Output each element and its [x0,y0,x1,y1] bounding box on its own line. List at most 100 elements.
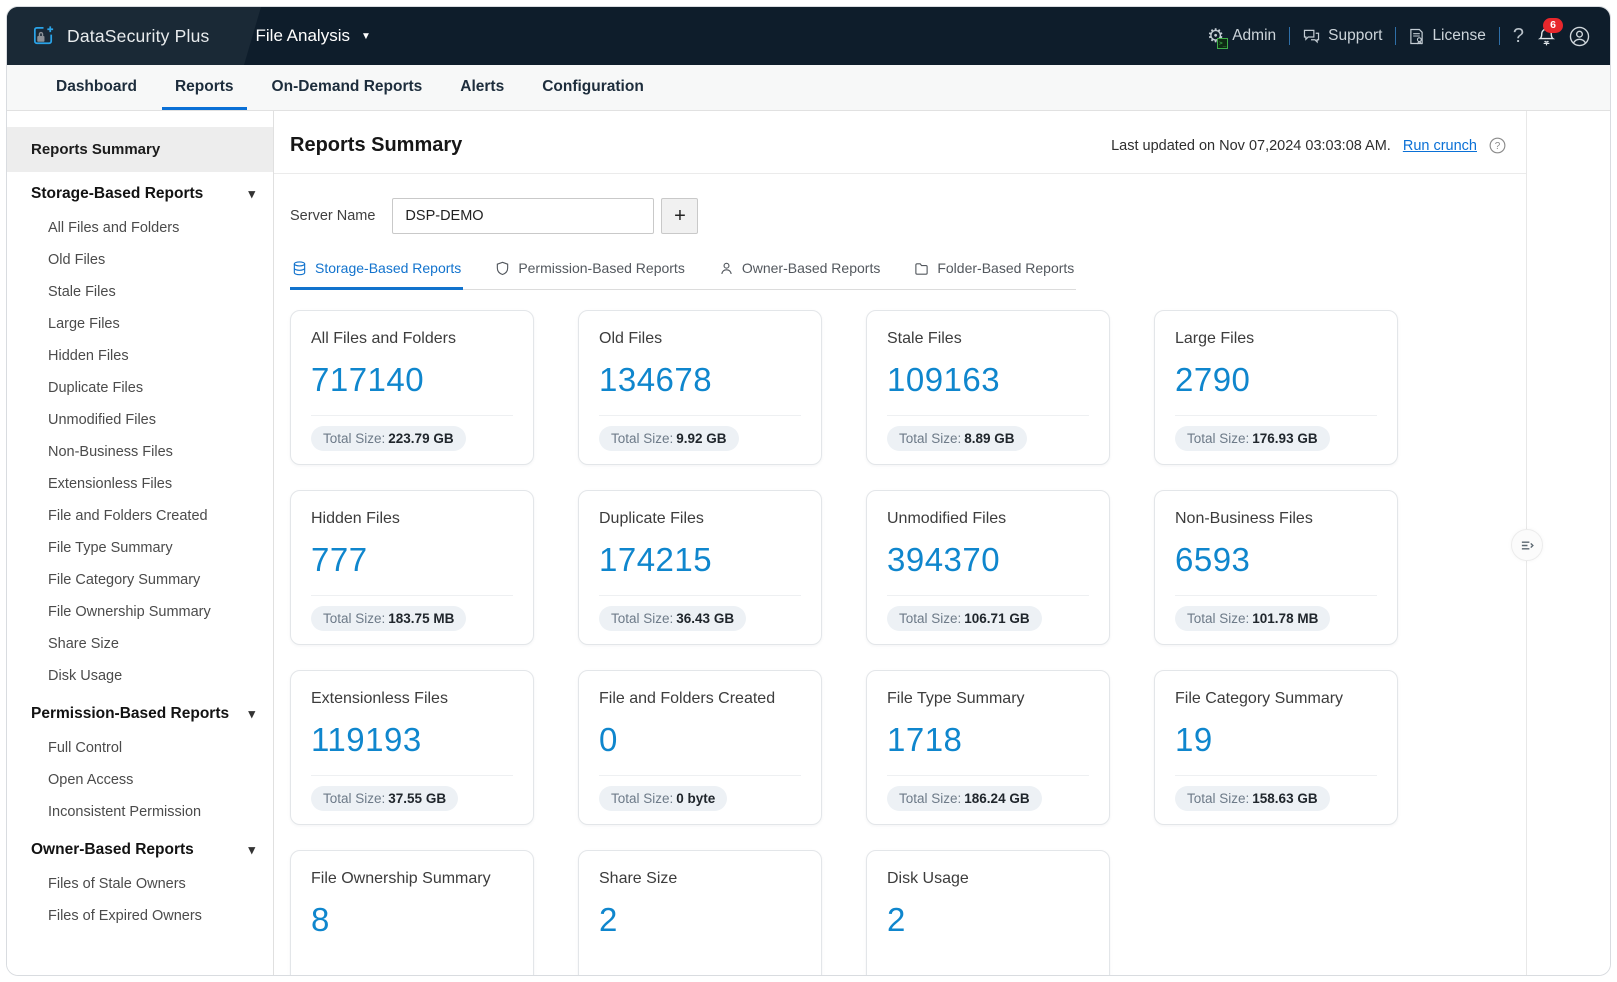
module-name: File Analysis [256,26,350,46]
card-divider [599,775,801,776]
card-count-link[interactable]: 109163 [887,361,1089,399]
card-count-link[interactable]: 0 [599,721,801,759]
card-title: File Type Summary [887,690,1089,708]
run-crunch-link[interactable]: Run crunch [1403,138,1477,154]
server-name-input[interactable] [392,198,654,234]
card-count-link[interactable]: 1718 [887,721,1089,759]
card-count-link[interactable]: 2 [599,901,801,939]
tab-storage-based-reports[interactable]: Storage-Based Reports [290,258,463,290]
total-size-badge: Total Size:101.78 MB [1175,606,1330,631]
license-link[interactable]: License [1409,27,1485,45]
tab-folder-based-reports[interactable]: Folder-Based Reports [912,258,1076,290]
support-label: Support [1328,27,1382,45]
tab-permission-based-reports[interactable]: Permission-Based Reports [493,258,687,290]
page-title: Reports Summary [290,134,462,157]
sidebar-item-inconsistent-permission[interactable]: Inconsistent Permission [7,796,273,828]
sidebar-item-disk-usage[interactable]: Disk Usage [7,660,273,692]
sidebar-item-file-ownership-summary[interactable]: File Ownership Summary [7,596,273,628]
card-title: Stale Files [887,330,1089,348]
side-panel-toggle-button[interactable] [1511,529,1543,561]
sidebar-section-permission-based-reports[interactable]: Permission-Based Reports▾ [7,692,273,732]
chevron-down-icon: ▾ [248,706,255,722]
add-server-button[interactable]: + [661,198,698,234]
card-count-link[interactable]: 2 [887,901,1089,939]
card-count-link[interactable]: 19 [1175,721,1377,759]
card-count-link[interactable]: 134678 [599,361,801,399]
sidebar-item-all-files-and-folders[interactable]: All Files and Folders [7,212,273,244]
total-size-badge: Total Size:183.75 MB [311,606,466,631]
card-title: Duplicate Files [599,510,801,528]
nav-tab-dashboard[interactable]: Dashboard [37,65,156,110]
sidebar-item-large-files[interactable]: Large Files [7,308,273,340]
card-divider [887,775,1089,776]
gear-icon: ⚙>_ [1207,27,1224,46]
sidebar-section-owner-based-reports[interactable]: Owner-Based Reports▾ [7,828,273,868]
total-size-badge: Total Size:158.63 GB [1175,786,1330,811]
card-title: Unmodified Files [887,510,1089,528]
card-count-link[interactable]: 8 [311,901,513,939]
report-card-file-category-summary: File Category Summary19Total Size:158.63… [1154,670,1398,825]
card-title: Hidden Files [311,510,513,528]
report-card-file-type-summary: File Type Summary1718Total Size:186.24 G… [866,670,1110,825]
tab-owner-based-reports[interactable]: Owner-Based Reports [717,258,883,290]
sidebar-item-file-category-summary[interactable]: File Category Summary [7,564,273,596]
sidebar-item-files-of-expired-owners[interactable]: Files of Expired Owners [7,900,273,932]
sidebar-item-old-files[interactable]: Old Files [7,244,273,276]
card-count-link[interactable]: 2790 [1175,361,1377,399]
total-size-value: 106.71 GB [964,611,1029,626]
sidebar-item-unmodified-files[interactable]: Unmodified Files [7,404,273,436]
card-count-link[interactable]: 394370 [887,541,1089,579]
total-size-label: Total Size: [323,611,385,626]
card-divider [1175,775,1377,776]
card-title: File Ownership Summary [311,870,513,888]
card-count-link[interactable]: 6593 [1175,541,1377,579]
sidebar-item-reports-summary[interactable]: Reports Summary [7,127,273,172]
sidebar-item-share-size[interactable]: Share Size [7,628,273,660]
sidebar-item-files-of-stale-owners[interactable]: Files of Stale Owners [7,868,273,900]
module-switcher[interactable]: File Analysis ▼ [256,26,371,46]
notifications-bell-icon[interactable]: 6 [1537,27,1556,46]
product-logo[interactable]: DataSecurity Plus [31,24,210,49]
card-title: Share Size [599,870,801,888]
sidebar-item-file-type-summary[interactable]: File Type Summary [7,532,273,564]
sidebar-item-open-access[interactable]: Open Access [7,764,273,796]
nav-tab-on-demand-reports[interactable]: On-Demand Reports [253,65,442,110]
help-icon[interactable]: ? [1513,25,1524,48]
total-size-value: 183.75 MB [388,611,454,626]
sidebar-item-extensionless-files[interactable]: Extensionless Files [7,468,273,500]
top-bar-actions: ⚙>_Admin Support License? 6 [1207,25,1590,48]
report-card-duplicate-files: Duplicate Files174215Total Size:36.43 GB [578,490,822,645]
total-size-label: Total Size: [899,611,961,626]
card-title: Extensionless Files [311,690,513,708]
nav-tab-configuration[interactable]: Configuration [523,65,663,110]
card-title: Disk Usage [887,870,1089,888]
sidebar-item-stale-files[interactable]: Stale Files [7,276,273,308]
sidebar-item-file-and-folders-created[interactable]: File and Folders Created [7,500,273,532]
tab-label: Permission-Based Reports [518,260,685,276]
nav-tab-alerts[interactable]: Alerts [441,65,523,110]
total-size-value: 8.89 GB [964,431,1014,446]
sidebar-item-non-business-files[interactable]: Non-Business Files [7,436,273,468]
content-area: Reports Summary Last updated on Nov 07,2… [274,111,1527,975]
tab-label: Owner-Based Reports [742,260,881,276]
nav-tab-reports[interactable]: Reports [156,65,253,110]
support-link[interactable]: Support [1303,27,1382,45]
user-account-icon[interactable] [1569,26,1590,47]
sidebar-item-hidden-files[interactable]: Hidden Files [7,340,273,372]
chat-icon [1303,29,1320,44]
card-count-link[interactable]: 119193 [311,721,513,759]
total-size-badge: Total Size:0 byte [599,786,727,811]
card-count-link[interactable]: 174215 [599,541,801,579]
sidebar-item-duplicate-files[interactable]: Duplicate Files [7,372,273,404]
admin-link[interactable]: ⚙>_Admin [1207,27,1276,46]
main-area: Reports Summary Last updated on Nov 07,2… [274,111,1610,975]
folder-icon [914,261,929,276]
sidebar-section-storage-based-reports[interactable]: Storage-Based Reports▾ [7,172,273,212]
help-circle-icon[interactable]: ? [1489,137,1506,154]
sidebar-item-full-control[interactable]: Full Control [7,732,273,764]
card-count-link[interactable]: 717140 [311,361,513,399]
report-card-unmodified-files: Unmodified Files 394370 Total Size:106.71 … [866,490,1110,645]
card-count-link[interactable]: 777 [311,541,513,579]
report-card-file-and-folders-created: File and Folders Created0Total Size:0 by… [578,670,822,825]
total-size-badge: Total Size:106.71 GB [887,606,1042,631]
